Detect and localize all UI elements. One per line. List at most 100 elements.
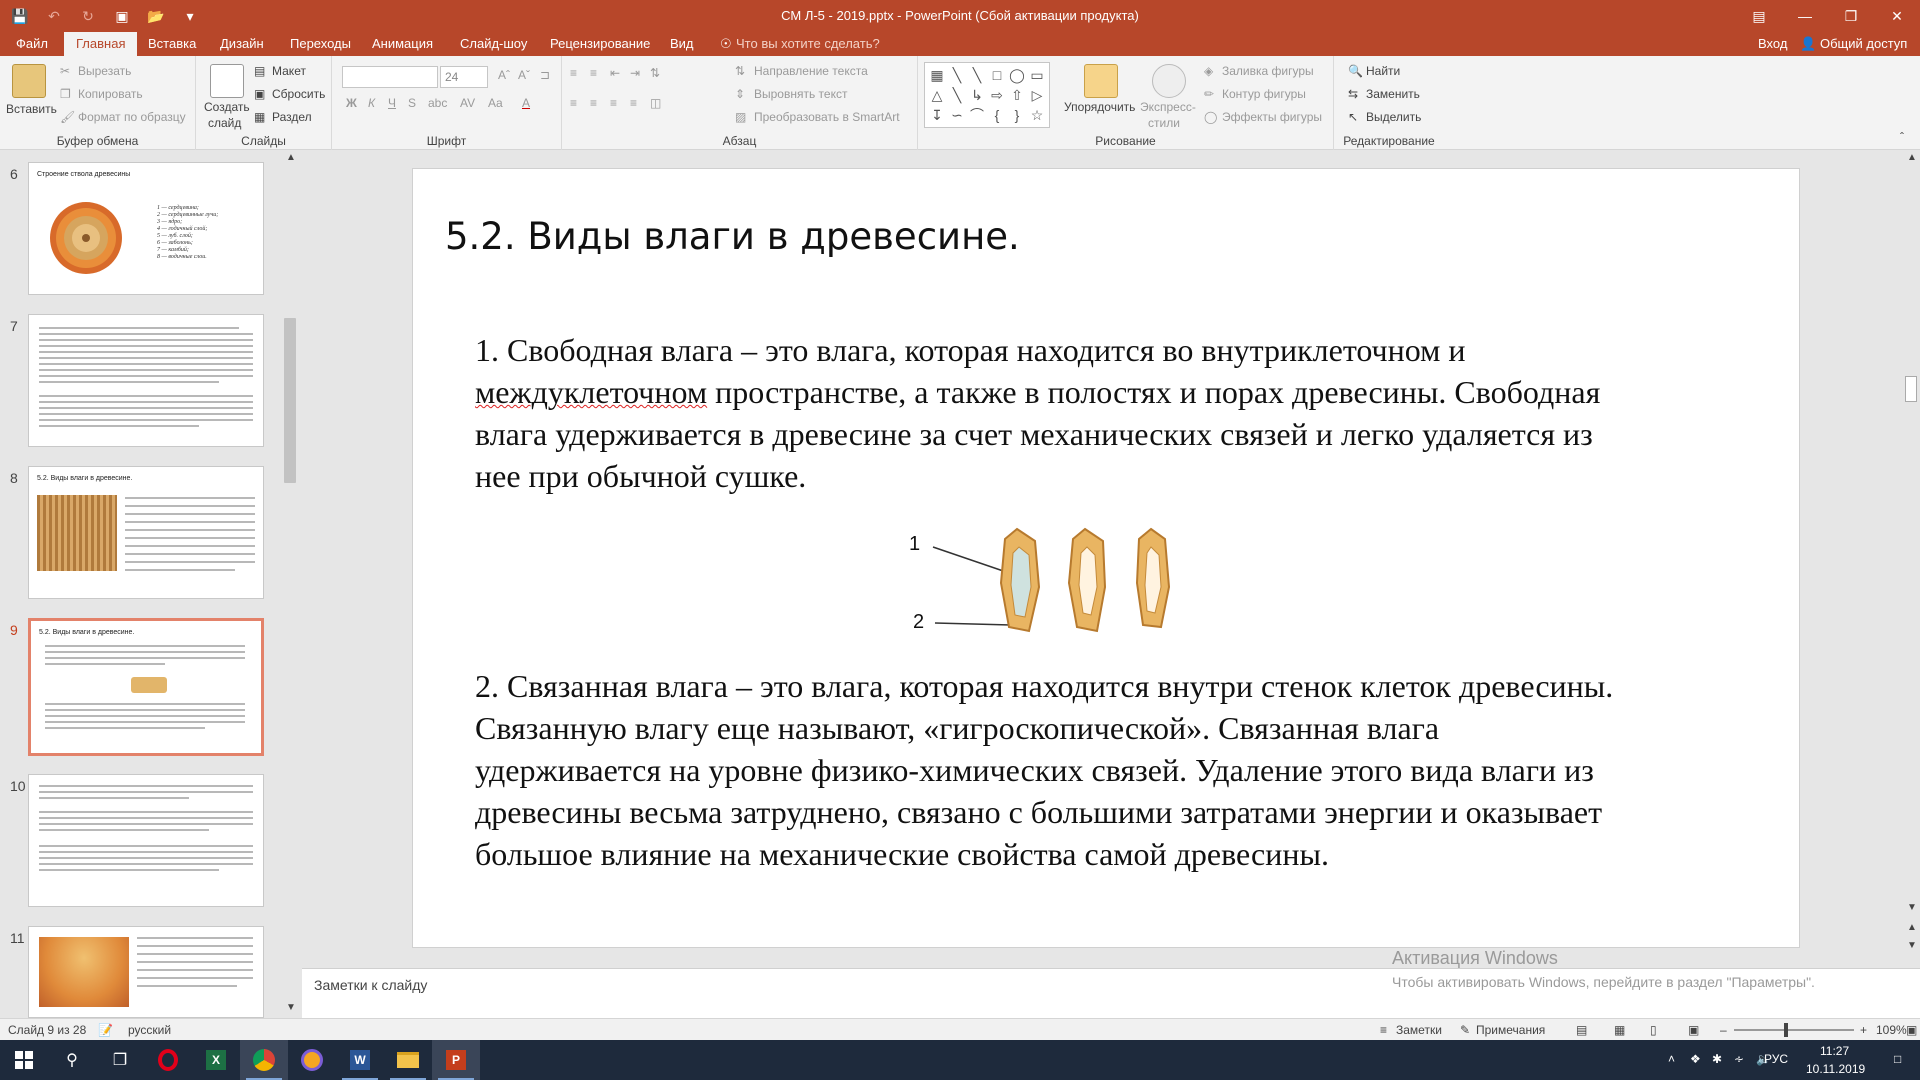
shape-outline-button[interactable]: Контур фигуры: [1222, 87, 1306, 101]
reading-view-icon[interactable]: ▯: [1650, 1023, 1657, 1037]
format-painter-button[interactable]: Формат по образцу: [78, 110, 186, 124]
signin-link[interactable]: Вход: [1758, 36, 1787, 51]
bold-button[interactable]: Ж: [346, 96, 357, 110]
section-button[interactable]: Раздел: [272, 110, 312, 124]
align-center-icon[interactable]: ≡: [590, 96, 597, 110]
spellcheck-icon[interactable]: 📝: [98, 1023, 113, 1037]
arrange-icon[interactable]: [1084, 64, 1118, 98]
task-view-icon[interactable]: ❐: [96, 1040, 144, 1080]
restore-icon[interactable]: ❐: [1828, 0, 1874, 32]
zoom-level[interactable]: 109%: [1876, 1023, 1907, 1037]
underline-button[interactable]: Ч: [388, 96, 396, 110]
select-button[interactable]: Выделить: [1366, 110, 1421, 124]
dropbox-icon[interactable]: ❖: [1690, 1052, 1701, 1066]
slide-canvas[interactable]: 5.2. Виды влаги в древесине. 1. Свободна…: [412, 168, 1800, 948]
columns-icon[interactable]: ◫: [650, 96, 661, 110]
scrollbar-thumb[interactable]: [1905, 376, 1917, 402]
thumbnail-frame[interactable]: Строение ствола древесины 1 — сердцевина…: [28, 162, 264, 295]
minimize-icon[interactable]: —: [1782, 0, 1828, 32]
keyboard-language[interactable]: РУС: [1764, 1052, 1788, 1066]
char-spacing-button[interactable]: AV: [460, 96, 475, 110]
tell-me-search[interactable]: Что вы хотите сделать?: [736, 36, 880, 51]
new-slide-icon[interactable]: [210, 64, 244, 98]
tab-animation[interactable]: Анимация: [372, 36, 433, 51]
prev-slide-icon[interactable]: ▲: [1907, 922, 1917, 933]
align-left-icon[interactable]: ≡: [570, 96, 577, 110]
shape-effects-button[interactable]: Эффекты фигуры: [1222, 110, 1322, 124]
decrease-indent-icon[interactable]: ⇤: [610, 66, 620, 80]
scrollbar-thumb[interactable]: [284, 318, 296, 483]
grow-font-icon[interactable]: Aˆ: [498, 68, 510, 82]
powerpoint-icon[interactable]: P: [432, 1040, 480, 1080]
notes-placeholder[interactable]: Заметки к слайду: [314, 977, 427, 993]
slide-sorter-icon[interactable]: ▦: [1614, 1023, 1625, 1037]
thumbnail-frame[interactable]: [28, 926, 264, 1018]
line-spacing-icon[interactable]: ⇅: [650, 66, 660, 80]
next-slide-icon[interactable]: ▼: [1907, 940, 1917, 951]
text-direction-button[interactable]: Направление текста: [754, 64, 868, 78]
collapse-ribbon-icon[interactable]: ˆ: [1900, 130, 1904, 144]
scroll-up-icon[interactable]: ▲: [286, 152, 296, 163]
chrome-icon[interactable]: [240, 1040, 288, 1080]
font-color-button[interactable]: A: [522, 96, 530, 110]
paste-icon[interactable]: [12, 64, 46, 98]
tab-review[interactable]: Рецензирование: [550, 36, 650, 51]
thumbnail-slide-10[interactable]: 10: [0, 774, 285, 909]
tab-file[interactable]: Файл: [16, 36, 48, 51]
tab-view[interactable]: Вид: [670, 36, 694, 51]
start-icon[interactable]: [0, 1040, 48, 1080]
opera-icon[interactable]: [144, 1040, 192, 1080]
clear-format-icon[interactable]: ⊐: [540, 68, 550, 82]
yandex-browser-icon[interactable]: [288, 1040, 336, 1080]
clock-date[interactable]: 10.11.2019: [1806, 1062, 1865, 1076]
slide-scrollbar[interactable]: ▲ ▼ ▲ ▼: [1902, 150, 1920, 968]
thumbnail-slide-9[interactable]: 9 5.2. Виды влаги в древесине.: [0, 618, 285, 756]
new-slide-button-line2[interactable]: слайд: [208, 116, 241, 130]
shape-fill-button[interactable]: Заливка фигуры: [1222, 64, 1314, 78]
thumbnail-frame[interactable]: [28, 774, 264, 907]
find-button[interactable]: Найти: [1366, 64, 1400, 78]
quick-styles-button[interactable]: Экспресс-: [1140, 100, 1196, 114]
tab-insert[interactable]: Вставка: [148, 36, 196, 51]
wifi-icon[interactable]: ∻: [1734, 1052, 1744, 1066]
copy-button[interactable]: Копировать: [78, 87, 143, 101]
zoom-slider-thumb[interactable]: [1784, 1023, 1788, 1037]
thumbnail-slide-8[interactable]: 8 5.2. Виды влаги в древесине.: [0, 466, 285, 601]
zoom-out-icon[interactable]: –: [1720, 1023, 1727, 1037]
cut-button[interactable]: Вырезать: [78, 64, 131, 78]
increase-indent-icon[interactable]: ⇥: [630, 66, 640, 80]
paragraph-free-moisture[interactable]: 1. Свободная влага – это влага, которая …: [475, 329, 1805, 497]
zoom-slider[interactable]: [1734, 1029, 1854, 1031]
slideshow-view-icon[interactable]: ▣: [1688, 1023, 1699, 1037]
thumbnail-frame[interactable]: 5.2. Виды влаги в древесине.: [28, 466, 264, 599]
zoom-in-icon[interactable]: +: [1860, 1023, 1867, 1037]
tab-transitions[interactable]: Переходы: [290, 36, 351, 51]
layout-button[interactable]: Макет: [272, 64, 306, 78]
clock-time[interactable]: 11:27: [1820, 1044, 1849, 1058]
strikethrough-button[interactable]: abc: [428, 96, 447, 110]
thumbnail-frame-selected[interactable]: 5.2. Виды влаги в древесине.: [28, 618, 264, 756]
font-name-field[interactable]: [342, 66, 438, 88]
fit-slide-icon[interactable]: ▣: [1906, 1023, 1917, 1037]
thumbnail-slide-6[interactable]: 6 Строение ствола древесины 1 — сердцеви…: [0, 162, 285, 297]
reset-button[interactable]: Сбросить: [272, 87, 325, 101]
word-icon[interactable]: W: [336, 1040, 384, 1080]
ribbon-display-icon[interactable]: ▤: [1736, 0, 1782, 32]
shadow-button[interactable]: S: [408, 96, 416, 110]
scroll-down-icon[interactable]: ▼: [286, 1002, 296, 1013]
shapes-gallery[interactable]: ▦ ╲ ╲ □ ◯ ▭ △ ╲ ↳ ⇨ ⇧ ▷ ↧ ∽ ⌒{} ☆: [924, 62, 1050, 128]
quick-styles-button-line2[interactable]: стили: [1148, 116, 1180, 130]
notifications-icon[interactable]: □: [1894, 1052, 1901, 1066]
slide-title[interactable]: 5.2. Виды влаги в древесине.: [445, 215, 1020, 258]
tray-arrow-icon[interactable]: ˄: [1668, 1052, 1675, 1066]
paragraph-bound-moisture[interactable]: 2. Связанная влага – это влага, которая …: [475, 665, 1805, 875]
tab-home[interactable]: Главная: [64, 32, 138, 56]
shrink-font-icon[interactable]: Aˇ: [518, 68, 530, 82]
language-status[interactable]: русский: [128, 1023, 171, 1037]
new-slide-button[interactable]: Создать: [204, 100, 250, 114]
thumbnail-frame[interactable]: [28, 314, 264, 447]
tab-slideshow[interactable]: Слайд-шоу: [460, 36, 527, 51]
share-button[interactable]: Общий доступ: [1820, 36, 1907, 51]
comments-toggle[interactable]: Примечания: [1476, 1023, 1545, 1037]
replace-button[interactable]: Заменить: [1366, 87, 1420, 101]
